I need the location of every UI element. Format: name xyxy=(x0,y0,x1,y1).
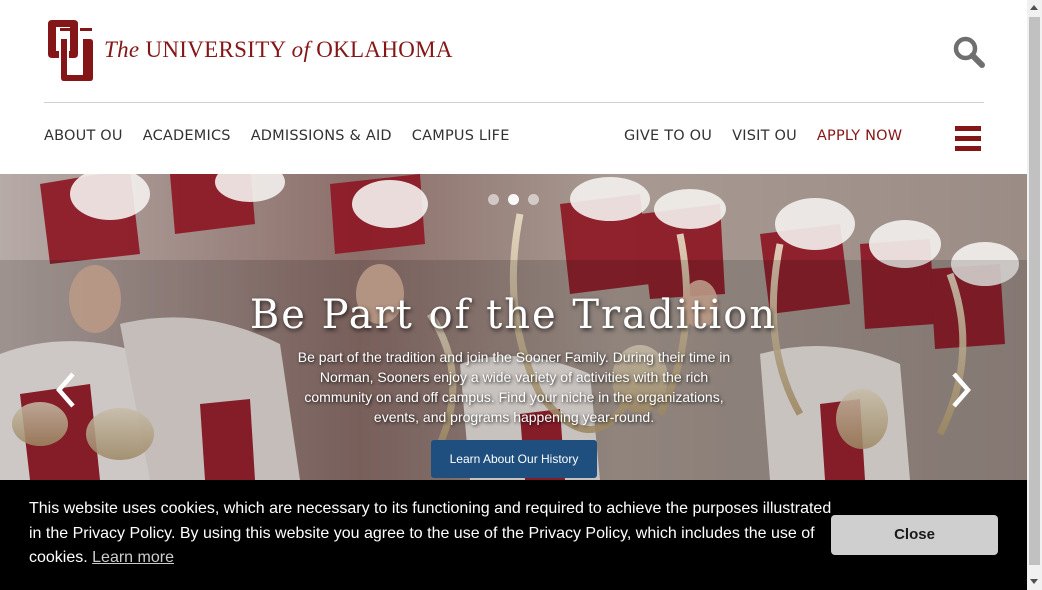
hamburger-menu-icon xyxy=(955,126,981,131)
carousel-next-button[interactable] xyxy=(950,370,972,410)
vertical-scrollbar[interactable] xyxy=(1027,0,1042,590)
nav-item-academics[interactable]: ACADEMICS xyxy=(143,128,231,144)
learn-more-link[interactable]: Learn more xyxy=(92,549,174,566)
wordmark-the: The xyxy=(104,36,140,62)
carousel-prev-button[interactable] xyxy=(55,370,77,410)
header-divider xyxy=(44,102,984,103)
hamburger-bar xyxy=(955,136,981,141)
hero-carousel: Be Part of the Tradition Be part of the … xyxy=(0,174,1027,480)
nav-item-campus-life[interactable]: CAMPUS LIFE xyxy=(412,128,510,144)
nav-item-give-to-ou[interactable]: GIVE TO OU xyxy=(624,128,712,144)
nav-item-admissions-aid[interactable]: ADMISSIONS & AID xyxy=(251,128,392,144)
carousel-indicators xyxy=(488,194,548,205)
wordmark-state: OKLAHOMA xyxy=(316,36,453,62)
ou-logo-icon xyxy=(48,20,95,83)
wordmark-university: UNIVERSITY xyxy=(145,36,286,62)
university-logo-link[interactable]: The UNIVERSITY of OKLAHOMA xyxy=(44,18,453,84)
carousel-dot-2[interactable] xyxy=(508,194,519,205)
hamburger-menu-button[interactable] xyxy=(955,125,982,152)
primary-nav: ABOUT OU ACADEMICS ADMISSIONS & AID CAMP… xyxy=(44,128,530,144)
learn-about-history-button[interactable]: Learn About Our History xyxy=(431,440,597,478)
nav-item-about-ou[interactable]: ABOUT OU xyxy=(44,128,123,144)
site-header: The UNIVERSITY of OKLAHOMA ABOUT OU ACAD… xyxy=(0,0,1027,174)
nav-item-visit-ou[interactable]: VISIT OU xyxy=(732,128,797,144)
chevron-left-icon xyxy=(56,372,75,408)
cookie-close-button[interactable]: Close xyxy=(831,515,998,555)
chevron-right-icon xyxy=(952,372,971,408)
carousel-dot-1[interactable] xyxy=(488,194,499,205)
cookie-message-container: This website uses cookies, which are nec… xyxy=(29,497,839,571)
scroll-up-arrow-icon[interactable] xyxy=(1030,5,1038,10)
nav-item-apply-now[interactable]: APPLY NOW xyxy=(817,128,902,144)
scroll-down-arrow-icon[interactable] xyxy=(1030,579,1038,584)
utility-nav: GIVE TO OU VISIT OU APPLY NOW xyxy=(624,128,922,144)
search-button[interactable] xyxy=(952,35,986,69)
hero-title: Be Part of the Tradition xyxy=(249,292,778,338)
wordmark-of: of xyxy=(291,36,311,62)
search-icon xyxy=(953,36,985,68)
cookie-consent-banner: This website uses cookies, which are nec… xyxy=(0,480,1027,590)
page: The UNIVERSITY of OKLAHOMA ABOUT OU ACAD… xyxy=(0,0,1042,590)
carousel-dot-3[interactable] xyxy=(528,194,539,205)
scrollbar-thumb[interactable] xyxy=(1029,17,1040,565)
hero-description: Be part of the tradition and join the So… xyxy=(297,349,731,425)
university-wordmark: The UNIVERSITY of OKLAHOMA xyxy=(104,37,453,63)
hamburger-bar xyxy=(955,146,981,151)
